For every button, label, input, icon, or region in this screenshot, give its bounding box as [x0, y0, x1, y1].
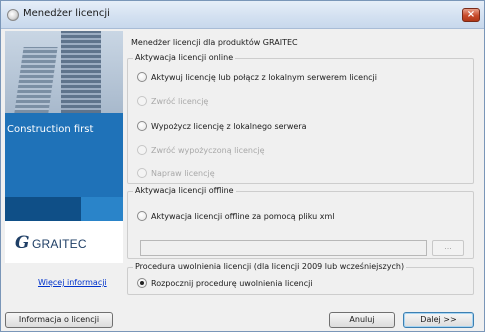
online-activation-group: Aktywacja licencji online Aktywuj licenc…: [127, 53, 474, 184]
banner-tagline: Construction first: [7, 124, 94, 135]
radio-offline-xml[interactable]: Aktywacja licencji offline za pomocą pli…: [137, 211, 335, 221]
radio-circle[interactable]: [137, 168, 147, 178]
banner-tile-dark: [5, 197, 81, 221]
app-icon: [7, 9, 19, 21]
cancel-button[interactable]: Anuluj: [329, 312, 395, 328]
product-banner: Construction first G GRAITEC: [5, 31, 123, 263]
graitec-logo-mark: G: [15, 233, 30, 253]
radio-label: Aktywuj licencję lub połącz z lokalnym s…: [151, 72, 377, 82]
offline-activation-group: Aktywacja licencji offline Aktywacja lic…: [127, 186, 474, 259]
xml-file-path-input[interactable]: [140, 240, 427, 256]
dialog-client-area: Construction first G GRAITEC Więcej info…: [5, 31, 480, 328]
radio-activate-license[interactable]: Aktywuj licencję lub połącz z lokalnym s…: [137, 72, 377, 82]
next-button[interactable]: Dalej >>: [403, 312, 474, 328]
release-procedure-group: Procedura uwolnienia licencji (dla licen…: [127, 262, 474, 295]
radio-label: Napraw licencję: [151, 168, 215, 178]
graitec-logo: G GRAITEC: [5, 221, 123, 263]
radio-circle[interactable]: [137, 96, 147, 106]
online-activation-title: Aktywacja licencji online: [133, 53, 236, 62]
radio-label: Zwróć licencję: [151, 96, 209, 106]
building-photo: [5, 31, 123, 113]
building-tower-right: [61, 31, 101, 113]
close-button[interactable]: ×: [462, 8, 480, 22]
license-info-button[interactable]: Informacja o licencji: [5, 312, 113, 328]
offline-activation-title: Aktywacja licencji offline: [133, 186, 236, 195]
banner-tiles: [5, 197, 123, 221]
radio-circle[interactable]: [137, 145, 147, 155]
radio-circle-selected[interactable]: [137, 278, 147, 288]
building-tower-left: [14, 47, 58, 113]
browse-button[interactable]: ...: [432, 240, 464, 256]
radio-return-borrowed-license[interactable]: Zwróć wypożyczoną licencję: [137, 145, 265, 155]
window-title: Menedżer licencji: [23, 8, 110, 19]
radio-borrow-license[interactable]: Wypożycz licencję z lokalnego serwera: [137, 121, 307, 131]
radio-label: Wypożycz licencję z lokalnego serwera: [151, 121, 307, 131]
dialog-header: Menedżer licencji dla produktów GRAITEC: [131, 38, 298, 47]
license-manager-window: Menedżer licencji × Construction first G…: [0, 0, 485, 332]
radio-label: Aktywacja licencji offline za pomocą pli…: [151, 211, 335, 221]
release-procedure-title: Procedura uwolnienia licencji (dla licen…: [133, 262, 407, 271]
radio-circle[interactable]: [137, 72, 147, 82]
more-info-link[interactable]: Więcej informacji: [38, 278, 107, 287]
banner-tile-light: [81, 197, 123, 221]
radio-circle[interactable]: [137, 211, 147, 221]
radio-label: Zwróć wypożyczoną licencję: [151, 145, 265, 155]
radio-repair-license[interactable]: Napraw licencję: [137, 168, 215, 178]
radio-label: Rozpocznij procedurę uwolnienia licencji: [151, 278, 313, 288]
radio-circle[interactable]: [137, 121, 147, 131]
radio-start-release[interactable]: Rozpocznij procedurę uwolnienia licencji: [137, 278, 313, 288]
radio-return-license[interactable]: Zwróć licencję: [137, 96, 208, 106]
title-bar[interactable]: Menedżer licencji ×: [1, 1, 484, 29]
graitec-logo-text: GRAITEC: [32, 237, 87, 251]
